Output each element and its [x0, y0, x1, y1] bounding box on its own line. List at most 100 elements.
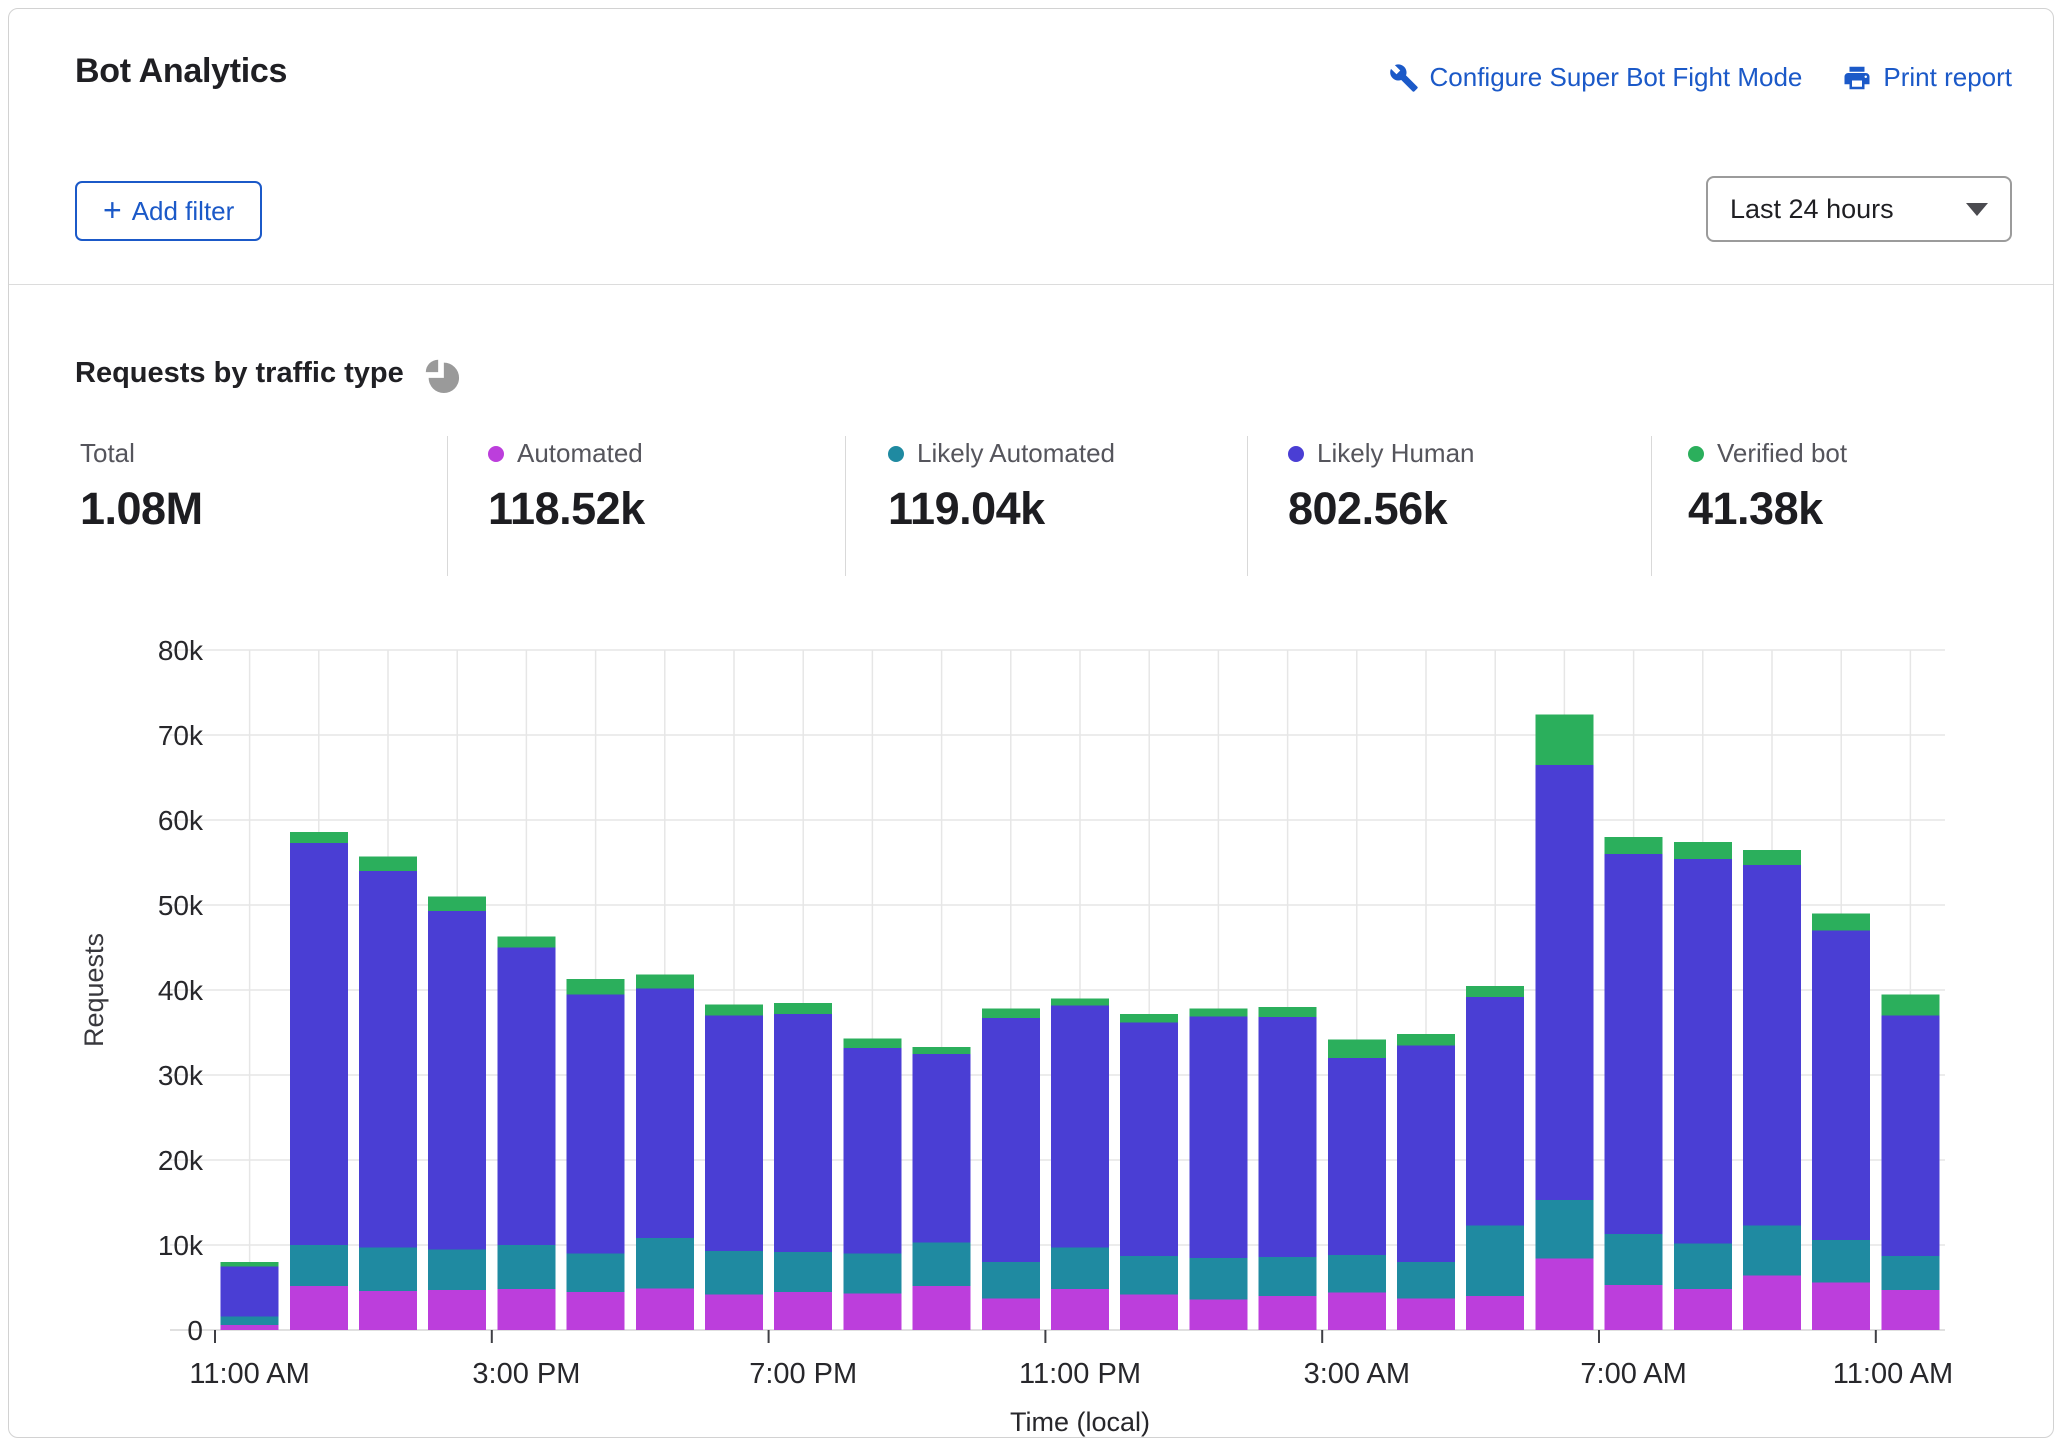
bar-segment-verified-bot[interactable]	[1051, 999, 1109, 1006]
bar-segment-verified-bot[interactable]	[1259, 1007, 1317, 1017]
bar-segment-automated[interactable]	[290, 1286, 348, 1330]
bar-segment-likely-human[interactable]	[705, 1016, 763, 1251]
bar-segment-verified-bot[interactable]	[1535, 715, 1593, 765]
bar-segment-likely-human[interactable]	[982, 1018, 1040, 1262]
bar-segment-likely-automated[interactable]	[636, 1238, 694, 1288]
bar-segment-automated[interactable]	[913, 1286, 971, 1330]
bar-segment-automated[interactable]	[359, 1291, 417, 1330]
bar-segment-likely-automated[interactable]	[1051, 1248, 1109, 1290]
bar-segment-likely-automated[interactable]	[1535, 1200, 1593, 1259]
bar-segment-automated[interactable]	[1328, 1293, 1386, 1330]
bar-segment-likely-human[interactable]	[1189, 1016, 1247, 1257]
bar-segment-verified-bot[interactable]	[497, 936, 555, 947]
bar-segment-likely-human[interactable]	[1120, 1022, 1178, 1256]
bar-segment-automated[interactable]	[1466, 1296, 1524, 1330]
bar-segment-verified-bot[interactable]	[428, 897, 486, 911]
bar-segment-automated[interactable]	[497, 1289, 555, 1330]
bar-segment-likely-automated[interactable]	[1397, 1262, 1455, 1299]
bar-segment-likely-automated[interactable]	[221, 1316, 279, 1325]
bar-segment-likely-human[interactable]	[428, 911, 486, 1249]
bar-segment-likely-automated[interactable]	[359, 1248, 417, 1291]
bar-segment-likely-human[interactable]	[774, 1014, 832, 1252]
bar-segment-likely-human[interactable]	[1605, 854, 1663, 1234]
bar-segment-likely-human[interactable]	[1812, 931, 1870, 1240]
bar-segment-likely-human[interactable]	[1674, 859, 1732, 1243]
bar-segment-likely-human[interactable]	[843, 1048, 901, 1254]
bar-segment-likely-automated[interactable]	[290, 1245, 348, 1286]
bar-segment-likely-human[interactable]	[1328, 1058, 1386, 1255]
bar-segment-likely-human[interactable]	[1397, 1045, 1455, 1262]
bar-segment-verified-bot[interactable]	[705, 1004, 763, 1015]
bar-segment-verified-bot[interactable]	[1812, 914, 1870, 931]
bar-segment-verified-bot[interactable]	[1605, 837, 1663, 854]
bar-segment-verified-bot[interactable]	[221, 1262, 279, 1266]
bar-segment-automated[interactable]	[1397, 1299, 1455, 1330]
bar-segment-likely-automated[interactable]	[1189, 1258, 1247, 1300]
bar-segment-verified-bot[interactable]	[1120, 1014, 1178, 1023]
bar-segment-likely-human[interactable]	[1743, 865, 1801, 1225]
bar-segment-verified-bot[interactable]	[1397, 1034, 1455, 1045]
bar-segment-likely-human[interactable]	[913, 1054, 971, 1243]
bar-segment-likely-automated[interactable]	[1120, 1256, 1178, 1294]
bar-segment-likely-automated[interactable]	[497, 1245, 555, 1289]
bar-segment-likely-automated[interactable]	[1812, 1240, 1870, 1283]
bar-segment-automated[interactable]	[1674, 1289, 1732, 1330]
bar-segment-verified-bot[interactable]	[774, 1003, 832, 1014]
bar-segment-likely-automated[interactable]	[982, 1262, 1040, 1299]
bar-segment-verified-bot[interactable]	[1743, 850, 1801, 865]
bar-segment-automated[interactable]	[567, 1292, 625, 1330]
bar-segment-likely-human[interactable]	[221, 1266, 279, 1316]
bar-segment-automated[interactable]	[221, 1325, 279, 1330]
bar-segment-likely-human[interactable]	[1466, 997, 1524, 1226]
bar-segment-automated[interactable]	[982, 1299, 1040, 1330]
bar-segment-verified-bot[interactable]	[982, 1009, 1040, 1018]
bar-segment-likely-human[interactable]	[359, 871, 417, 1248]
bar-segment-automated[interactable]	[1259, 1296, 1317, 1330]
bar-segment-automated[interactable]	[428, 1290, 486, 1330]
bar-segment-automated[interactable]	[843, 1293, 901, 1330]
bar-segment-automated[interactable]	[774, 1292, 832, 1330]
bar-segment-likely-human[interactable]	[1535, 765, 1593, 1200]
bar-segment-likely-automated[interactable]	[1605, 1234, 1663, 1285]
bar-segment-likely-automated[interactable]	[567, 1254, 625, 1292]
bar-segment-likely-human[interactable]	[567, 994, 625, 1253]
bar-segment-automated[interactable]	[1189, 1299, 1247, 1330]
bar-segment-likely-human[interactable]	[1051, 1005, 1109, 1247]
bar-segment-automated[interactable]	[1120, 1294, 1178, 1330]
bar-segment-likely-human[interactable]	[636, 988, 694, 1238]
bar-segment-likely-human[interactable]	[290, 843, 348, 1245]
bar-segment-verified-bot[interactable]	[567, 979, 625, 994]
bar-segment-automated[interactable]	[1881, 1290, 1939, 1330]
bar-segment-likely-automated[interactable]	[1743, 1225, 1801, 1275]
bar-segment-automated[interactable]	[1535, 1259, 1593, 1330]
bar-segment-likely-automated[interactable]	[1328, 1255, 1386, 1292]
bar-segment-verified-bot[interactable]	[913, 1047, 971, 1054]
bar-segment-likely-automated[interactable]	[1259, 1257, 1317, 1296]
bar-segment-verified-bot[interactable]	[1674, 842, 1732, 859]
bar-segment-automated[interactable]	[1605, 1285, 1663, 1330]
bar-segment-verified-bot[interactable]	[1189, 1009, 1247, 1017]
bar-segment-verified-bot[interactable]	[1881, 994, 1939, 1015]
bar-segment-verified-bot[interactable]	[1466, 986, 1524, 997]
bar-segment-likely-automated[interactable]	[1881, 1256, 1939, 1290]
bar-segment-automated[interactable]	[1051, 1289, 1109, 1330]
bar-segment-likely-automated[interactable]	[1466, 1225, 1524, 1296]
bar-segment-likely-automated[interactable]	[1674, 1243, 1732, 1289]
bar-segment-verified-bot[interactable]	[1328, 1039, 1386, 1058]
bar-segment-likely-human[interactable]	[497, 948, 555, 1246]
bar-segment-verified-bot[interactable]	[843, 1038, 901, 1047]
bar-segment-likely-human[interactable]	[1259, 1017, 1317, 1257]
bar-segment-likely-automated[interactable]	[705, 1251, 763, 1294]
bar-segment-verified-bot[interactable]	[636, 975, 694, 989]
bar-segment-automated[interactable]	[636, 1288, 694, 1330]
bar-segment-likely-automated[interactable]	[843, 1254, 901, 1294]
bar-segment-automated[interactable]	[705, 1294, 763, 1330]
bar-segment-likely-automated[interactable]	[428, 1249, 486, 1290]
bar-segment-likely-automated[interactable]	[913, 1242, 971, 1285]
bar-segment-verified-bot[interactable]	[290, 832, 348, 843]
bar-segment-likely-automated[interactable]	[774, 1252, 832, 1292]
bar-segment-verified-bot[interactable]	[359, 857, 417, 871]
bar-segment-automated[interactable]	[1812, 1282, 1870, 1330]
bar-segment-likely-human[interactable]	[1881, 1016, 1939, 1257]
bar-segment-automated[interactable]	[1743, 1276, 1801, 1330]
